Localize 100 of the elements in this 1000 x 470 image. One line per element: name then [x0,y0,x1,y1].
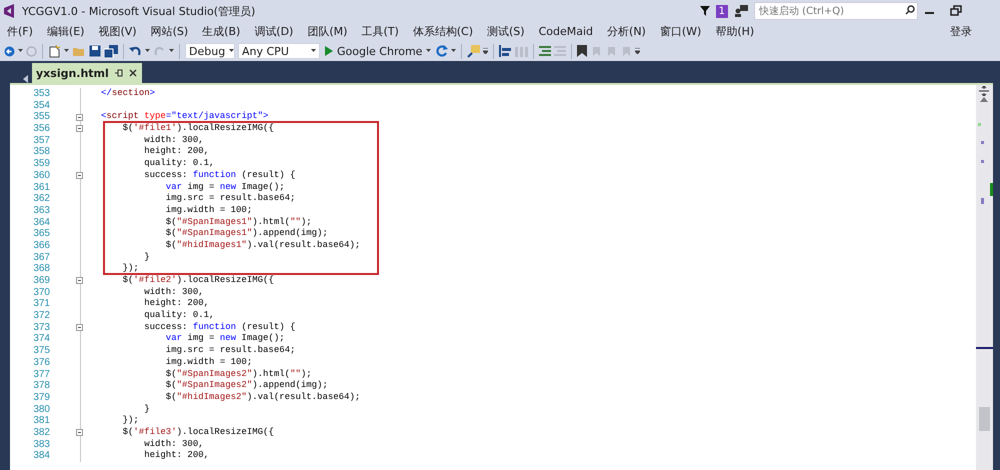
feedback-icon[interactable] [734,5,748,17]
scroll-up-icon[interactable] [980,97,988,102]
caret-icon[interactable] [64,49,69,53]
code-line: width: 300, [143,438,204,450]
align-icon[interactable] [499,45,512,57]
menu-item[interactable]: 件(F) [0,24,40,39]
menu-item[interactable]: 编辑(E) [40,24,92,39]
filter-icon[interactable] [700,5,710,17]
menu-item[interactable]: 分析(N) [600,24,653,39]
collapse-icon[interactable] [76,114,83,121]
line-number: 369 [32,275,50,287]
code-line: } [143,404,150,416]
marker [981,160,984,163]
code-line: }); [122,263,139,276]
line-number: 372 [32,310,50,322]
refresh-icon[interactable] [436,45,448,57]
line-number: 359 [32,158,50,170]
collapse-icon[interactable] [76,324,83,332]
collapse-icon[interactable] [76,172,83,180]
window-title: YCGGV1.0 - Microsoft Visual Studio(管理员) [22,4,256,18]
line-number: 382 [32,426,50,439]
notification-badge[interactable]: 1 [716,4,728,18]
back-icon[interactable] [4,46,15,56]
caret-icon[interactable] [451,49,456,53]
undo-icon[interactable] [129,45,142,57]
collapse-icon[interactable] [76,277,83,284]
code-line: img.width = 100; [164,204,252,217]
line-number: 376 [32,356,50,369]
code-line: img.width = 100; [164,356,252,369]
line-number: 381 [32,415,50,427]
comment-icon[interactable] [539,45,552,57]
menu-item[interactable]: 测试(S) [480,24,532,39]
search-icon[interactable] [905,5,915,15]
save-icon[interactable] [89,45,101,57]
code-line: height: 200, [143,298,210,310]
split-icon[interactable] [978,86,990,96]
document-tab[interactable]: yxsign.html [32,63,142,83]
line-number: 370 [32,286,50,298]
save-all-icon[interactable] [104,44,118,58]
menu-item[interactable]: 生成(B) [195,24,248,39]
code-line: success: function (result) { [143,170,296,182]
overflow-icon[interactable] [635,48,640,54]
bookmark-icon[interactable] [577,45,588,57]
line-number: 383 [32,438,50,450]
menu-item[interactable]: 网站(S) [144,24,196,39]
marker [981,141,984,144]
scrollbar-thumb[interactable] [979,407,990,431]
line-number: 360 [32,170,50,182]
code-line: img.src = result.base64; [164,193,296,205]
menu-item[interactable]: 窗口(W) [652,24,708,39]
find-icon[interactable] [467,44,480,58]
code-line: </section> [101,88,156,100]
collapse-icon[interactable] [76,125,83,132]
scroll-left-icon[interactable] [23,75,28,83]
line-number: 361 [32,182,50,194]
code-line: quality: 0.1, [143,310,214,322]
caret-icon [229,49,234,53]
restore-icon[interactable] [950,5,964,17]
code-line: $("#hidImages2").val(result.base64); [164,392,360,404]
menu-item[interactable]: 调试(D) [247,24,300,39]
code-line: $("#SpanImages1").append(img); [164,228,328,240]
pin-icon[interactable] [114,69,123,77]
menu-item[interactable]: CodeMaid [532,25,600,38]
line-number: 362 [32,193,50,205]
menu-item[interactable]: 视图(V) [91,24,144,39]
play-icon [325,46,333,56]
caret-icon[interactable] [169,49,174,53]
collapse-icon[interactable] [76,429,83,436]
quick-launch-field[interactable]: 快速启动 (Ctrl+Q) [754,2,918,20]
code-line: $("#SpanImages2").append(img); [164,380,328,392]
code-line: quality: 0.1, [143,158,214,170]
close-icon[interactable] [128,69,137,77]
code-line: width: 300, [143,286,204,298]
line-number: 365 [32,228,50,240]
new-project-icon[interactable] [48,44,61,58]
menu-item[interactable]: 帮助(H) [708,24,762,39]
menu-item[interactable]: 工具(T) [354,24,406,39]
sign-in-link[interactable]: 登录 [950,24,972,39]
caret-icon[interactable] [145,49,150,53]
line-number: 358 [32,146,50,158]
caret-position-marker [976,347,993,348]
line-number: 374 [32,333,50,346]
line-number: 371 [32,298,50,310]
line-number: 384 [32,450,50,462]
overflow-icon[interactable] [483,48,488,54]
line-number: 364 [32,216,50,228]
line-number: 377 [32,368,50,380]
caret-icon[interactable] [18,49,23,53]
code-line: var img = new Image(); [164,182,285,194]
code-line: img.src = result.base64; [164,345,296,357]
caret-icon [311,49,316,53]
menu-item[interactable]: 体系结构(C) [406,24,480,39]
line-number: 375 [32,345,50,357]
menu-item[interactable]: 团队(M) [300,24,354,39]
marker [981,198,984,204]
line-number: 373 [32,322,50,334]
configuration-dropdown[interactable]: Debug [185,43,235,59]
platform-dropdown[interactable]: Any CPU [238,43,320,59]
line-number: 357 [32,134,50,146]
run-button[interactable]: Google Chrome [323,44,434,58]
